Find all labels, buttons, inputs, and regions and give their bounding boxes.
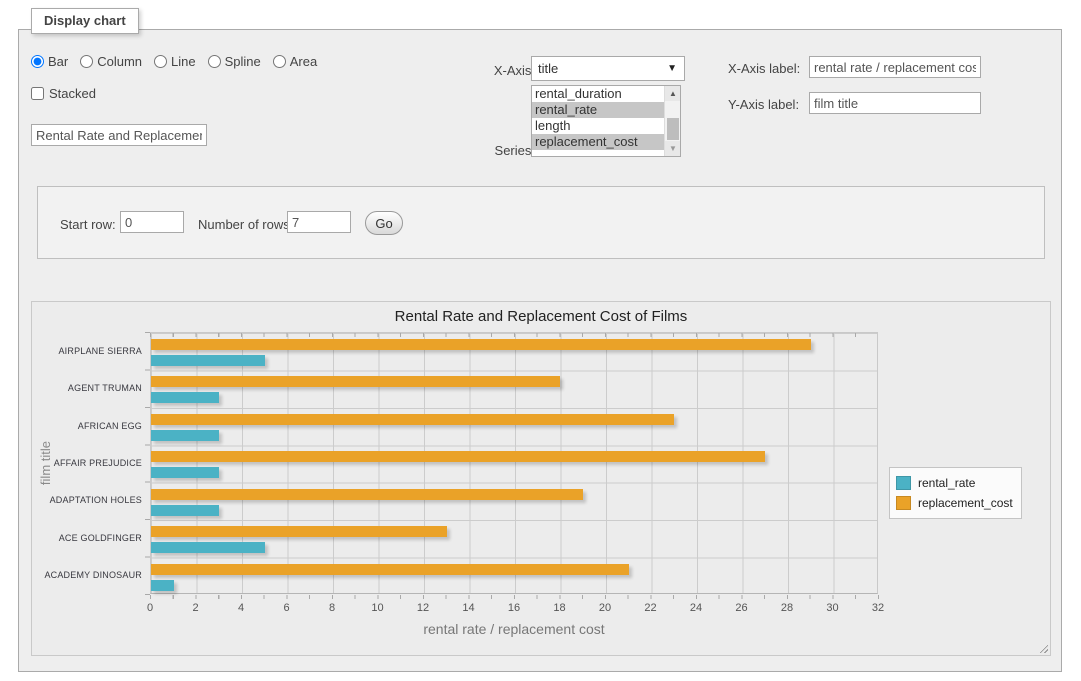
- series-option[interactable]: replacement_cost: [532, 134, 664, 150]
- bar-replacement_cost: [151, 339, 811, 350]
- y-axis-category-label: ACE GOLDFINGER: [32, 533, 142, 543]
- stacked-label: Stacked: [49, 86, 96, 101]
- legend-swatch-replacement_cost: [896, 496, 911, 510]
- bar-replacement_cost: [151, 451, 765, 462]
- x-axis-tick-label: 24: [690, 602, 702, 614]
- legend-item: replacement_cost: [896, 493, 1013, 513]
- radio-area[interactable]: [273, 55, 286, 68]
- bar-replacement_cost: [151, 489, 583, 500]
- bar-rental_rate: [151, 580, 174, 591]
- rows-form: Start row: Number of rows: Go: [37, 186, 1045, 259]
- radio-spline[interactable]: [208, 55, 221, 68]
- radio-label-bar: Bar: [48, 54, 68, 69]
- start-row-label: Start row:: [60, 217, 116, 232]
- chart-panel: Rental Rate and Replacement Cost of Film…: [31, 301, 1051, 656]
- resize-handle-icon[interactable]: [1037, 642, 1048, 653]
- radio-bar[interactable]: [31, 55, 44, 68]
- radio-line[interactable]: [154, 55, 167, 68]
- chart-title: Rental Rate and Replacement Cost of Film…: [32, 308, 1050, 325]
- scroll-down-icon[interactable]: ▼: [665, 141, 681, 156]
- x-axis-tick-label: 16: [508, 602, 520, 614]
- radio-label-column: Column: [97, 54, 142, 69]
- y-axis-category-label: AIRPLANE SIERRA: [32, 346, 142, 356]
- plot-area: [150, 332, 878, 594]
- bar-rental_rate: [151, 505, 219, 516]
- x-axis-tick-label: 6: [283, 602, 289, 614]
- x-axis-tick-label: 10: [371, 602, 383, 614]
- x-axis-tick-label: 18: [553, 602, 565, 614]
- legend-swatch-rental_rate: [896, 476, 911, 490]
- bar-rental_rate: [151, 467, 219, 478]
- y-axis-category-label: AFRICAN EGG: [32, 421, 142, 431]
- x-axis-label-field-label: X-Axis label:: [728, 61, 800, 76]
- chart-type-radio-group: Bar Column Line Spline Area: [31, 54, 325, 69]
- bar-rental_rate: [151, 355, 265, 366]
- bar-replacement_cost: [151, 376, 560, 387]
- series-option[interactable]: rental_rate: [532, 102, 664, 118]
- x-axis-title: rental rate / replacement cost: [150, 621, 878, 637]
- x-axis-select-label: X-Axis:: [455, 63, 535, 78]
- x-axis-minor-ticks-top: [150, 333, 878, 337]
- scroll-up-icon[interactable]: ▲: [665, 86, 681, 101]
- x-axis-minor-ticks: [150, 595, 879, 599]
- x-axis-tick-label: 26: [735, 602, 747, 614]
- x-axis-tick-label: 12: [417, 602, 429, 614]
- x-axis-tick-label: 30: [826, 602, 838, 614]
- series-option[interactable]: rental_duration: [532, 86, 664, 102]
- x-axis-tick-label: 14: [462, 602, 474, 614]
- x-axis-tick-label: 2: [192, 602, 198, 614]
- x-axis-tick-label: 22: [644, 602, 656, 614]
- x-axis-tick-label: 4: [238, 602, 244, 614]
- chevron-down-icon: ▼: [667, 63, 677, 74]
- y-axis-category-label: ACADEMY DINOSAUR: [32, 570, 142, 580]
- x-axis-tick-label: 32: [872, 602, 884, 614]
- radio-option-spline[interactable]: Spline: [208, 54, 261, 69]
- x-axis-tick-label: 20: [599, 602, 611, 614]
- chart-legend: rental_rate replacement_cost: [889, 467, 1022, 519]
- radio-option-area[interactable]: Area: [273, 54, 317, 69]
- series-multiselect[interactable]: rental_duration rental_rate length repla…: [531, 85, 681, 157]
- num-rows-label: Number of rows:: [198, 217, 293, 232]
- stacked-option[interactable]: Stacked: [31, 86, 96, 101]
- bar-rental_rate: [151, 542, 265, 553]
- display-chart-fieldset: Display chart Bar Column Line Spline Are…: [18, 29, 1062, 672]
- x-axis-tick-label: 28: [781, 602, 793, 614]
- start-row-input[interactable]: [120, 211, 184, 233]
- radio-label-line: Line: [171, 54, 196, 69]
- bar-rental_rate: [151, 430, 219, 441]
- bar-replacement_cost: [151, 564, 629, 575]
- radio-column[interactable]: [80, 55, 93, 68]
- num-rows-input[interactable]: [287, 211, 351, 233]
- chart-title-input[interactable]: [31, 124, 207, 146]
- stacked-checkbox[interactable]: [31, 87, 44, 100]
- scrollbar[interactable]: ▲ ▼: [664, 86, 680, 156]
- x-axis-selected-value: title: [538, 61, 558, 76]
- bar-replacement_cost: [151, 526, 447, 537]
- y-axis-category-label: AGENT TRUMAN: [32, 383, 142, 393]
- legend-item: rental_rate: [896, 473, 1013, 493]
- bar-rental_rate: [151, 392, 219, 403]
- x-axis-tick-label: 0: [147, 602, 153, 614]
- scrollbar-thumb[interactable]: [667, 118, 679, 140]
- series-select-label: Series:: [455, 143, 535, 158]
- y-axis-category-label: ADAPTATION HOLES: [32, 495, 142, 505]
- x-axis-tick-label: 8: [329, 602, 335, 614]
- radio-label-area: Area: [290, 54, 317, 69]
- radio-option-bar[interactable]: Bar: [31, 54, 68, 69]
- x-axis-select[interactable]: title ▼: [531, 56, 685, 81]
- radio-option-column[interactable]: Column: [80, 54, 142, 69]
- radio-option-line[interactable]: Line: [154, 54, 196, 69]
- series-options: rental_duration rental_rate length repla…: [532, 86, 664, 150]
- legend-label: replacement_cost: [918, 496, 1013, 510]
- x-axis-label-input[interactable]: [809, 56, 981, 78]
- y-axis-label-field-label: Y-Axis label:: [728, 97, 799, 112]
- fieldset-legend: Display chart: [31, 8, 139, 34]
- legend-label: rental_rate: [918, 476, 975, 490]
- bar-replacement_cost: [151, 414, 674, 425]
- series-option[interactable]: length: [532, 118, 664, 134]
- radio-label-spline: Spline: [225, 54, 261, 69]
- y-axis-category-label: AFFAIR PREJUDICE: [32, 458, 142, 468]
- go-button[interactable]: Go: [365, 211, 403, 235]
- y-axis-label-input[interactable]: [809, 92, 981, 114]
